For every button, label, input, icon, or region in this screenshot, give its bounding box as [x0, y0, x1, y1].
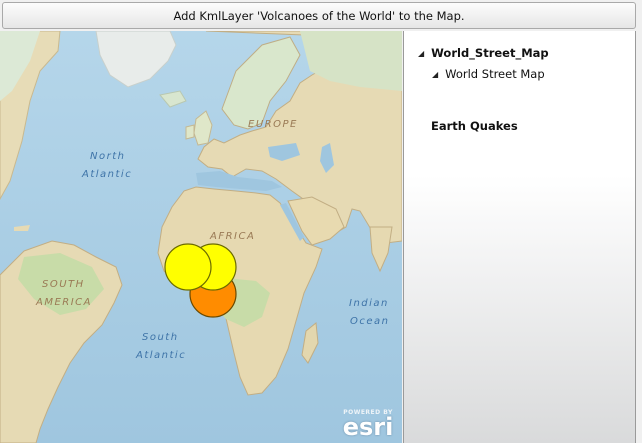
earthquake-markers [164, 243, 237, 318]
legend-layer-earth-quakes[interactable]: Earth Quakes [431, 119, 518, 133]
legend-layer-title: Earth Quakes [431, 119, 518, 133]
esri-wordmark: esri [342, 413, 394, 441]
earthquake-marker-yellow-2[interactable] [164, 243, 212, 291]
legend-layer-world-street-map[interactable]: ◢ World_Street_Map [418, 46, 549, 60]
legend-sublayer-world-street-map[interactable]: ◢ World Street Map [432, 67, 545, 81]
esri-logo: POWERED BY esri [336, 409, 400, 441]
legend-layer-title: World_Street_Map [431, 46, 549, 60]
expand-triangle-icon[interactable]: ◢ [432, 70, 438, 79]
add-kml-layer-button[interactable]: Add KmlLayer 'Volcanoes of the World' to… [2, 2, 636, 29]
map-view[interactable]: North Atlantic EUROPE AFRICA SOUTH AMERI… [0, 31, 402, 443]
legend-sublayer-title: World Street Map [445, 67, 545, 81]
layer-legend-panel: ◢ World_Street_Map ◢ World Street Map Ea… [403, 31, 636, 443]
expand-triangle-icon[interactable]: ◢ [418, 49, 424, 58]
